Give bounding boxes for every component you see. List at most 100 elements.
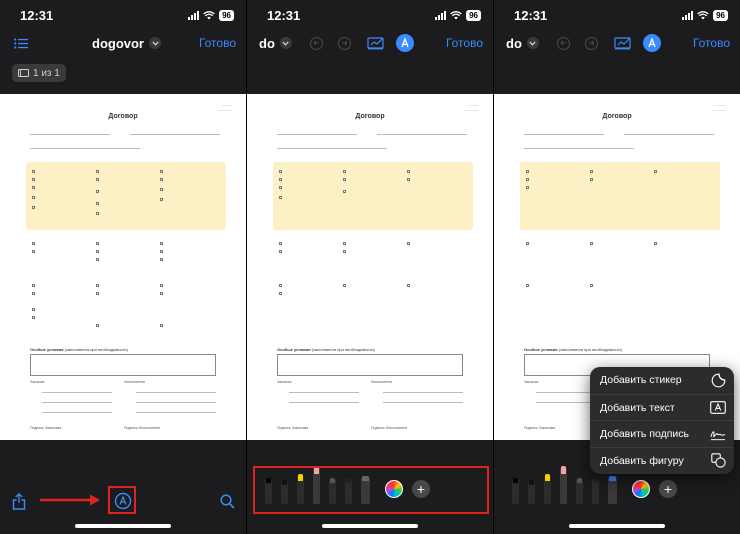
doc-checkbox[interactable] xyxy=(32,206,35,209)
doc-checkbox[interactable] xyxy=(279,178,282,181)
page-indicator[interactable]: 1 из 1 xyxy=(12,64,66,82)
doc-highlight-block xyxy=(273,162,473,230)
add-text-item[interactable]: Добавить текст xyxy=(590,393,734,421)
doc-checkbox[interactable] xyxy=(526,186,529,189)
doc-checkbox[interactable] xyxy=(32,308,35,311)
ruler-icon[interactable] xyxy=(608,476,617,504)
doc-checkbox[interactable] xyxy=(343,178,346,181)
doc-checkbox[interactable] xyxy=(96,202,99,205)
nav-bar: do Готово xyxy=(494,30,740,56)
doc-checkbox[interactable] xyxy=(279,186,282,189)
doc-checkbox[interactable] xyxy=(343,250,346,253)
doc-checkbox[interactable] xyxy=(526,170,529,173)
marker-icon[interactable] xyxy=(528,480,535,504)
document-page[interactable]: ______ __.__.____ Договор Особые условия… xyxy=(0,94,246,440)
doc-checkbox[interactable] xyxy=(343,190,346,193)
doc-checkbox[interactable] xyxy=(32,284,35,287)
doc-checkbox[interactable] xyxy=(160,170,163,173)
doc-checkbox[interactable] xyxy=(96,292,99,295)
doc-checkbox[interactable] xyxy=(526,242,529,245)
doc-checkbox[interactable] xyxy=(96,324,99,327)
special-conditions-box[interactable] xyxy=(30,354,216,376)
doc-checkbox[interactable] xyxy=(160,178,163,181)
doc-checkbox[interactable] xyxy=(96,250,99,253)
document-title[interactable]: do xyxy=(259,36,292,51)
share-icon[interactable] xyxy=(8,490,30,512)
add-signature-item[interactable]: Добавить подпись xyxy=(590,420,734,447)
doc-checkbox[interactable] xyxy=(407,170,410,173)
doc-checkbox[interactable] xyxy=(32,250,35,253)
doc-checkbox[interactable] xyxy=(654,242,657,245)
pen-tool-icon[interactable] xyxy=(366,32,388,54)
doc-checkbox[interactable] xyxy=(407,242,410,245)
doc-checkbox[interactable] xyxy=(160,324,163,327)
doc-checkbox[interactable] xyxy=(160,292,163,295)
special-conditions-box[interactable] xyxy=(277,354,463,376)
doc-checkbox[interactable] xyxy=(654,170,657,173)
done-button[interactable]: Готово xyxy=(693,36,730,50)
doc-checkbox[interactable] xyxy=(96,242,99,245)
doc-checkbox[interactable] xyxy=(160,198,163,201)
doc-checkbox[interactable] xyxy=(32,242,35,245)
doc-checkbox[interactable] xyxy=(160,188,163,191)
doc-checkbox[interactable] xyxy=(343,284,346,287)
doc-checkbox[interactable] xyxy=(590,284,593,287)
doc-checkbox[interactable] xyxy=(32,170,35,173)
doc-checkbox[interactable] xyxy=(96,212,99,215)
doc-checkbox[interactable] xyxy=(96,190,99,193)
doc-checkbox[interactable] xyxy=(32,316,35,319)
doc-checkbox[interactable] xyxy=(32,178,35,181)
doc-checkbox[interactable] xyxy=(96,258,99,261)
doc-checkbox[interactable] xyxy=(590,242,593,245)
doc-checkbox[interactable] xyxy=(96,178,99,181)
pencil-icon[interactable] xyxy=(592,478,599,504)
doc-checkbox[interactable] xyxy=(279,170,282,173)
doc-checkbox[interactable] xyxy=(160,258,163,261)
done-button[interactable]: Готово xyxy=(446,36,483,50)
highlighter-icon[interactable] xyxy=(544,474,551,504)
undo-icon[interactable] xyxy=(553,32,575,54)
doc-checkbox[interactable] xyxy=(96,284,99,287)
doc-heading: Договор xyxy=(602,113,632,120)
add-icon[interactable]: + xyxy=(659,480,677,498)
doc-checkbox[interactable] xyxy=(160,242,163,245)
done-button[interactable]: Готово xyxy=(199,36,236,50)
doc-checkbox[interactable] xyxy=(32,186,35,189)
redo-icon[interactable] xyxy=(581,32,603,54)
doc-checkbox[interactable] xyxy=(160,250,163,253)
doc-checkbox[interactable] xyxy=(526,284,529,287)
cellular-signal-icon xyxy=(682,10,694,20)
color-picker-icon[interactable] xyxy=(632,480,650,498)
redo-icon[interactable] xyxy=(334,32,356,54)
doc-checkbox[interactable] xyxy=(343,170,346,173)
lasso-icon[interactable] xyxy=(576,478,583,504)
doc-checkbox[interactable] xyxy=(160,284,163,287)
doc-checkbox[interactable] xyxy=(279,196,282,199)
doc-checkbox[interactable] xyxy=(279,250,282,253)
search-icon[interactable] xyxy=(216,490,238,512)
doc-checkbox[interactable] xyxy=(407,178,410,181)
doc-checkbox[interactable] xyxy=(96,170,99,173)
list-icon[interactable] xyxy=(10,32,32,54)
doc-checkbox[interactable] xyxy=(279,284,282,287)
document-title[interactable]: do xyxy=(506,36,539,51)
pen-icon[interactable] xyxy=(512,478,519,504)
markup-active-icon[interactable] xyxy=(642,34,661,52)
doc-checkbox[interactable] xyxy=(279,292,282,295)
eraser-icon[interactable] xyxy=(560,466,567,504)
document-page[interactable]: ______ __.__.____ Договор Особые условия… xyxy=(247,94,493,440)
markup-active-icon[interactable] xyxy=(395,34,414,52)
pen-tool-icon[interactable] xyxy=(613,32,635,54)
doc-checkbox[interactable] xyxy=(279,242,282,245)
add-sticker-item[interactable]: Добавить стикер xyxy=(590,367,734,394)
doc-checkbox[interactable] xyxy=(343,242,346,245)
undo-icon[interactable] xyxy=(306,32,328,54)
doc-checkbox[interactable] xyxy=(526,178,529,181)
doc-checkbox[interactable] xyxy=(590,178,593,181)
doc-checkbox[interactable] xyxy=(590,170,593,173)
doc-checkbox[interactable] xyxy=(407,284,410,287)
add-shape-item[interactable]: Добавить фигуру xyxy=(590,447,734,474)
doc-checkbox[interactable] xyxy=(32,292,35,295)
document-title[interactable]: dogovor xyxy=(92,36,161,51)
doc-checkbox[interactable] xyxy=(32,196,35,199)
